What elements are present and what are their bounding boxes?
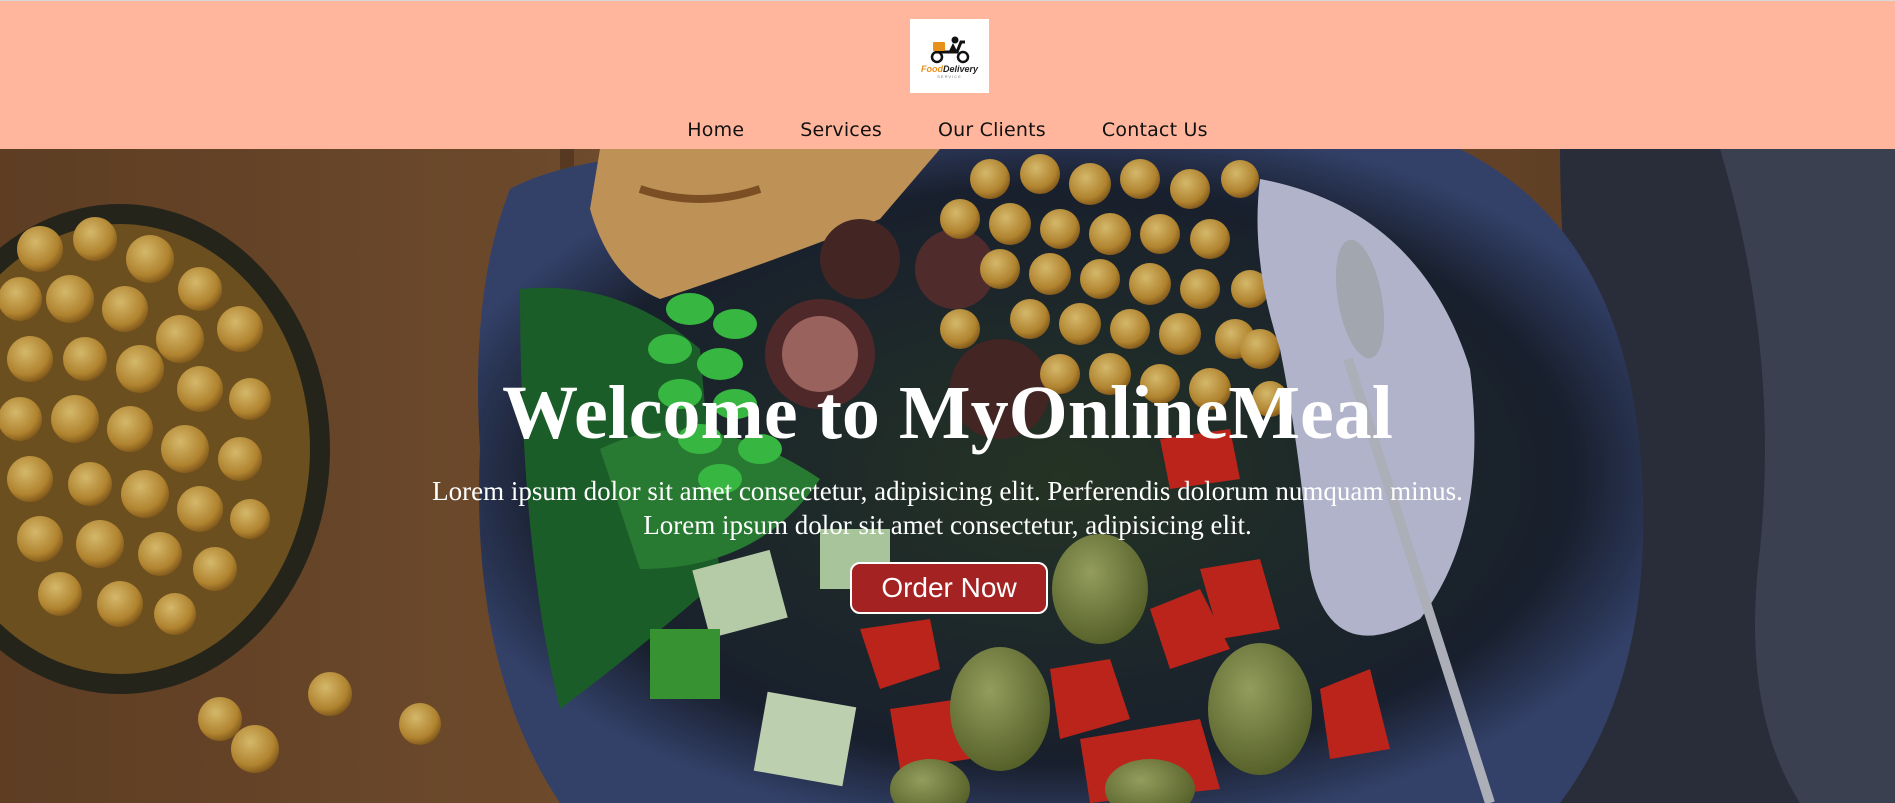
logo-tagline: SERVICE: [937, 73, 962, 79]
scooter-icon: [930, 36, 969, 63]
main-navigation: Home Services Our Clients Contact Us: [0, 119, 1895, 141]
nav-services-link[interactable]: Services: [772, 119, 910, 141]
hero-description: Lorem ipsum dolor sit amet consectetur, …: [340, 474, 1555, 542]
logo-brand-text: FoodDelivery: [920, 63, 979, 74]
top-header: FoodDelivery SERVICE Home Services Our C…: [0, 0, 1895, 149]
hero-content: Welcome to MyOnlineMeal Lorem ipsum dolo…: [0, 149, 1895, 803]
nav-our-clients-link[interactable]: Our Clients: [910, 119, 1074, 141]
nav-home-link[interactable]: Home: [659, 119, 772, 141]
hero-banner: Welcome to MyOnlineMeal Lorem ipsum dolo…: [0, 149, 1895, 803]
nav-contact-us-link[interactable]: Contact Us: [1074, 119, 1236, 141]
order-now-button[interactable]: Order Now: [850, 562, 1048, 614]
site-logo[interactable]: FoodDelivery SERVICE: [910, 19, 989, 93]
hero-description-line1: Lorem ipsum dolor sit amet consectetur, …: [432, 476, 1463, 506]
hero-description-line2: Lorem ipsum dolor sit amet consectetur, …: [643, 510, 1252, 540]
hero-title: Welcome to MyOnlineMeal: [502, 371, 1393, 455]
